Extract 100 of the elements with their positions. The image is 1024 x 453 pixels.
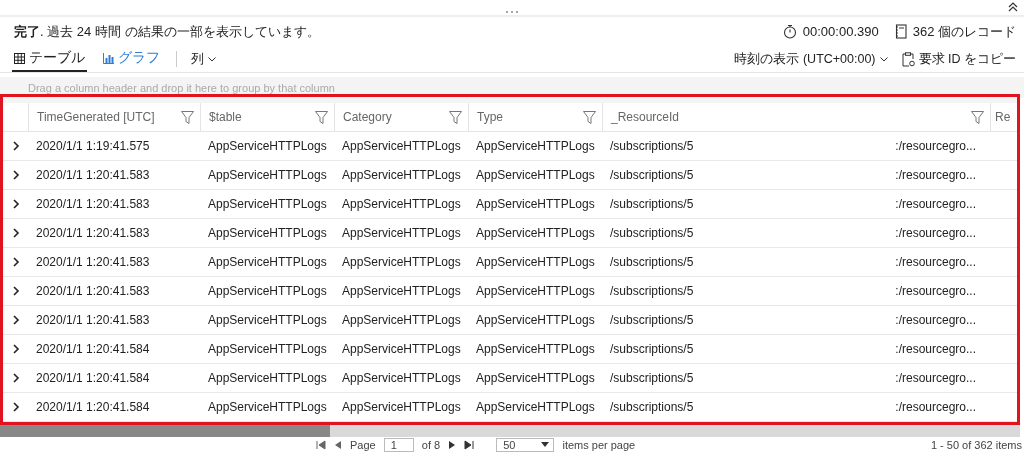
items-range: 1 - 50 of 362 items [930,438,1022,451]
table-cell: :/resourcegro... [895,371,976,386]
table-cell: AppServiceHTTPLogs [208,284,327,299]
table-cell: /subscriptions/5 [610,226,694,241]
table-icon [14,52,25,64]
table-cell: 2020/1/1 1:20:41.583 [36,197,150,212]
table-cell: /subscriptions/5 [610,197,694,212]
group-hint: Drag a column header and drop it here to group by that column [28,81,335,94]
table-cell: AppServiceHTTPLogs [476,342,595,357]
table-cell: AppServiceHTTPLogs [476,168,595,183]
table-cell: 2020/1/1 1:20:41.584 [36,342,150,357]
table-cell: AppServiceHTTPLogs [208,168,327,183]
table-cell: AppServiceHTTPLogs [208,255,327,270]
caret-icon [541,442,550,448]
table-cell: AppServiceHTTPLogs [342,284,461,299]
filter-icon[interactable] [583,110,596,124]
expand-row-icon[interactable] [11,315,20,326]
filter-icon[interactable] [971,110,984,124]
table-cell: :/resourcegro... [895,342,976,357]
table-cell: /subscriptions/5 [610,371,694,386]
column-header[interactable]: Re [990,103,1017,132]
table-cell: /subscriptions/5 [610,255,694,270]
table-cell: :/resourcegro... [895,168,976,183]
table-cell: /subscriptions/5 [610,400,694,415]
filter-icon[interactable] [315,110,328,124]
table-cell: AppServiceHTTPLogs [342,342,461,357]
table-cell: AppServiceHTTPLogs [342,168,461,183]
table-cell: /subscriptions/5 [610,284,694,299]
table-cell: 2020/1/1 1:20:41.584 [36,400,150,415]
filter-icon[interactable] [181,110,194,124]
expand-row-icon[interactable] [11,228,20,239]
table-cell: AppServiceHTTPLogs [208,371,327,386]
table-cell: :/resourcegro... [895,313,976,328]
expand-row-icon[interactable] [11,402,20,413]
horizontal-scrollbar[interactable] [0,425,1020,437]
table-cell: /subscriptions/5 [610,342,694,357]
bar-chart-icon [103,52,114,64]
table-cell: :/resourcegro... [895,139,976,154]
last-page-icon[interactable] [464,439,475,450]
next-page-icon[interactable] [448,439,457,450]
stopwatch-icon [782,24,797,40]
expand-row-icon[interactable] [11,170,20,181]
table-cell: AppServiceHTTPLogs [342,255,461,270]
per-page-label: items per page [562,438,636,451]
table-cell: AppServiceHTTPLogs [476,371,595,386]
expand-row-icon[interactable] [11,373,20,384]
table-cell: :/resourcegro... [895,255,976,270]
expand-row-icon[interactable] [11,199,20,210]
previous-page-icon[interactable] [334,439,342,450]
table-cell: AppServiceHTTPLogs [476,313,595,328]
column-header[interactable]: TimeGenerated [UTC] [28,103,200,132]
table-cell: 2020/1/1 1:20:41.583 [36,226,150,241]
page-count: of 8 [421,438,441,451]
table-cell: 2020/1/1 1:20:41.584 [36,371,150,386]
time-display-dropdown[interactable]: 時刻の表示 (UTC+00:00) [734,50,888,68]
columns-dropdown[interactable]: 列 [191,50,216,68]
table-cell: AppServiceHTTPLogs [208,197,327,212]
page-label: Page [350,438,376,451]
table-cell: 2020/1/1 1:20:41.583 [36,168,150,183]
table-cell: AppServiceHTTPLogs [342,371,461,386]
grip-icon[interactable] [505,10,519,15]
column-header[interactable]: Category [334,103,468,132]
first-page-icon[interactable] [316,439,326,450]
table-cell: AppServiceHTTPLogs [208,400,327,415]
table-cell: 2020/1/1 1:20:41.583 [36,313,150,328]
expand-row-icon[interactable] [11,344,20,355]
chevron-down-icon [208,56,216,62]
table-cell: AppServiceHTTPLogs [476,197,595,212]
notebook-icon [894,24,907,40]
expand-row-icon[interactable] [11,286,20,297]
view-tab[interactable]: テーブル [12,46,87,73]
table-cell: AppServiceHTTPLogs [476,226,595,241]
table-cell: AppServiceHTTPLogs [476,284,595,299]
page-size-dropdown[interactable]: 50 [496,437,555,452]
column-header[interactable]: $table [200,103,334,132]
table-cell: AppServiceHTTPLogs [342,226,461,241]
table-cell: AppServiceHTTPLogs [476,255,595,270]
table-cell: AppServiceHTTPLogs [476,139,595,154]
table-cell: AppServiceHTTPLogs [208,226,327,241]
table-cell: AppServiceHTTPLogs [342,313,461,328]
collapse-icon[interactable] [1008,2,1018,12]
page-field[interactable]: 1 [383,437,414,452]
expand-row-icon[interactable] [11,257,20,268]
table-cell: 2020/1/1 1:20:41.583 [36,255,150,270]
table-cell: :/resourcegro... [895,284,976,299]
duration-text: 00:00:00.390 [802,24,879,40]
table-cell: AppServiceHTTPLogs [476,400,595,415]
table-cell: AppServiceHTTPLogs [208,342,327,357]
copy-request-button[interactable]: 要求 ID をコピー [901,50,1016,68]
table-cell: AppServiceHTTPLogs [342,400,461,415]
table-cell: AppServiceHTTPLogs [208,313,327,328]
expand-row-icon[interactable] [11,141,20,152]
table-cell: 2020/1/1 1:19:41.575 [36,139,150,154]
view-tab[interactable]: グラフ [101,46,162,73]
table-cell: AppServiceHTTPLogs [208,139,327,154]
table-cell: /subscriptions/5 [610,139,694,154]
column-header[interactable]: Type [468,103,602,132]
column-header[interactable]: _ResourceId [602,103,990,132]
filter-icon[interactable] [449,110,462,124]
table-cell: /subscriptions/5 [610,168,694,183]
